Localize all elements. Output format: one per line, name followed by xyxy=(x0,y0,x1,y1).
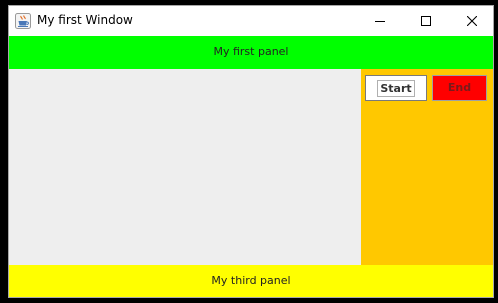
top-panel-label: My first panel xyxy=(213,45,289,58)
end-button[interactable]: End xyxy=(432,75,487,101)
maximize-icon xyxy=(421,16,431,26)
close-icon xyxy=(467,16,477,26)
java-cup-icon xyxy=(15,13,31,29)
maximize-button[interactable] xyxy=(403,6,449,36)
close-button[interactable] xyxy=(449,6,493,36)
center-panel xyxy=(9,69,361,265)
start-button[interactable]: Start xyxy=(365,75,427,101)
top-panel: My first panel xyxy=(9,36,493,69)
window-title: My first Window xyxy=(37,13,133,27)
bottom-panel: My third panel xyxy=(9,265,493,297)
end-button-label: End xyxy=(447,81,472,94)
bottom-panel-label: My third panel xyxy=(211,274,291,287)
title-bar[interactable]: My first Window xyxy=(9,6,493,36)
minimize-icon xyxy=(375,21,385,22)
app-window: My first Window My first panel Start End xyxy=(8,5,494,298)
right-panel: Start End xyxy=(361,69,493,265)
minimize-button[interactable] xyxy=(357,6,403,36)
start-button-label: Start xyxy=(377,80,415,97)
